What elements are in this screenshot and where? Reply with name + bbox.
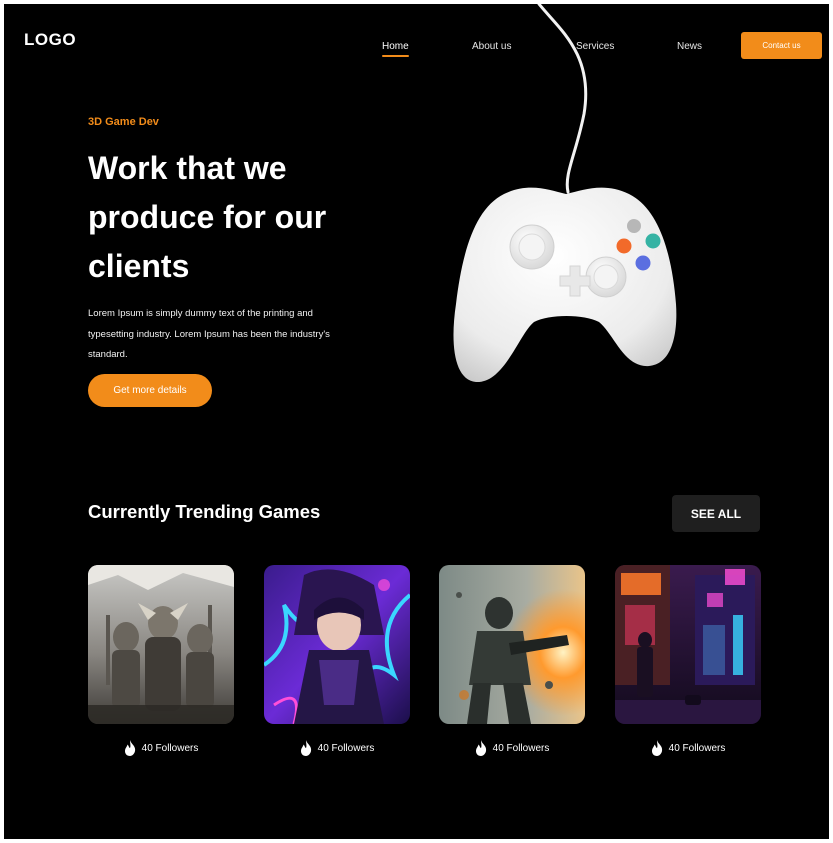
followers-row: 40 Followers [615, 740, 761, 756]
game-card[interactable]: 40 Followers [88, 565, 234, 756]
hero-title-line: produce for our [88, 199, 327, 235]
game-card[interactable]: 40 Followers [439, 565, 585, 756]
flame-icon [651, 740, 662, 756]
hero-title: Work that we produce for our clients [88, 144, 418, 291]
see-all-button[interactable]: SEE ALL [672, 495, 760, 532]
hero-title-line: Work that we [88, 150, 287, 186]
get-more-details-button[interactable]: Get more details [88, 374, 212, 407]
followers-count: 40 Followers [317, 742, 375, 754]
followers-count: 40 Followers [668, 742, 726, 754]
game-controller-illustration [453, 4, 677, 383]
contact-us-button[interactable]: Contact us [741, 32, 822, 59]
followers-count: 40 Followers [141, 742, 199, 754]
logo[interactable]: LOGO [24, 30, 76, 50]
game-cover-image [88, 565, 234, 724]
nav-home[interactable]: Home [382, 41, 409, 57]
hero-description-line: typesetting industry. Lorem Ipsum has be… [88, 328, 330, 340]
hero-eyebrow: 3D Game Dev [88, 116, 159, 128]
followers-row: 40 Followers [88, 740, 234, 756]
game-card[interactable]: 40 Followers [615, 565, 761, 756]
hero-description: Lorem Ipsum is simply dummy text of the … [88, 304, 398, 366]
flame-icon [124, 740, 135, 756]
game-card[interactable]: 40 Followers [264, 565, 410, 756]
game-card-list: 40 Followers 40 Followers 40 Followers 4… [88, 565, 768, 765]
game-cover-image [439, 565, 585, 724]
flame-icon [475, 740, 486, 756]
game-cover-image [264, 565, 410, 724]
hero-description-line: standard. [88, 349, 128, 360]
game-cover-image [615, 565, 761, 724]
flame-icon [300, 740, 311, 756]
trending-title: Currently Trending Games [88, 501, 321, 522]
followers-count: 40 Followers [492, 742, 550, 754]
hero-description-line: Lorem Ipsum is simply dummy text of the … [88, 308, 313, 319]
followers-row: 40 Followers [264, 740, 410, 756]
hero-title-line: clients [88, 248, 190, 284]
page: LOGO Home About us Services News Contact… [4, 4, 829, 839]
followers-row: 40 Followers [439, 740, 585, 756]
